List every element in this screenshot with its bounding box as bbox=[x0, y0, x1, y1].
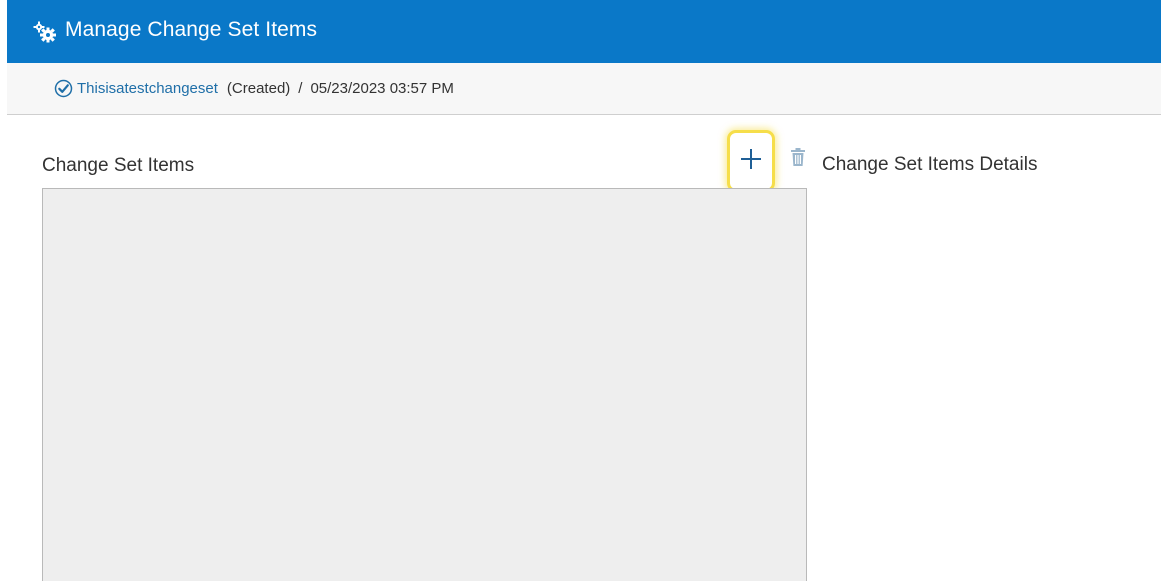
page-title: Manage Change Set Items bbox=[65, 18, 318, 41]
breadcrumb: Thisisatestchangeset (Created) / 05/23/2… bbox=[7, 63, 1161, 115]
change-set-items-list[interactable] bbox=[42, 188, 807, 581]
change-set-link[interactable]: Thisisatestchangeset bbox=[77, 80, 218, 97]
add-item-button[interactable] bbox=[727, 130, 775, 192]
title-bar: Manage Change Set Items bbox=[7, 0, 1161, 63]
check-circle-icon bbox=[54, 79, 73, 98]
breadcrumb-separator: / bbox=[298, 80, 303, 97]
gears-icon bbox=[31, 18, 59, 46]
delete-item-button[interactable] bbox=[789, 147, 807, 172]
change-set-timestamp: 05/23/2023 03:57 PM bbox=[310, 80, 454, 97]
change-set-items-details-heading: Change Set Items Details bbox=[822, 154, 1038, 175]
plus-icon bbox=[741, 148, 761, 174]
trash-icon bbox=[790, 147, 806, 172]
change-set-items-heading: Change Set Items bbox=[42, 155, 195, 176]
manage-change-set-items-window: Manage Change Set Items Thisisatestchang… bbox=[0, 0, 1161, 581]
change-set-status: (Created) bbox=[226, 80, 291, 97]
